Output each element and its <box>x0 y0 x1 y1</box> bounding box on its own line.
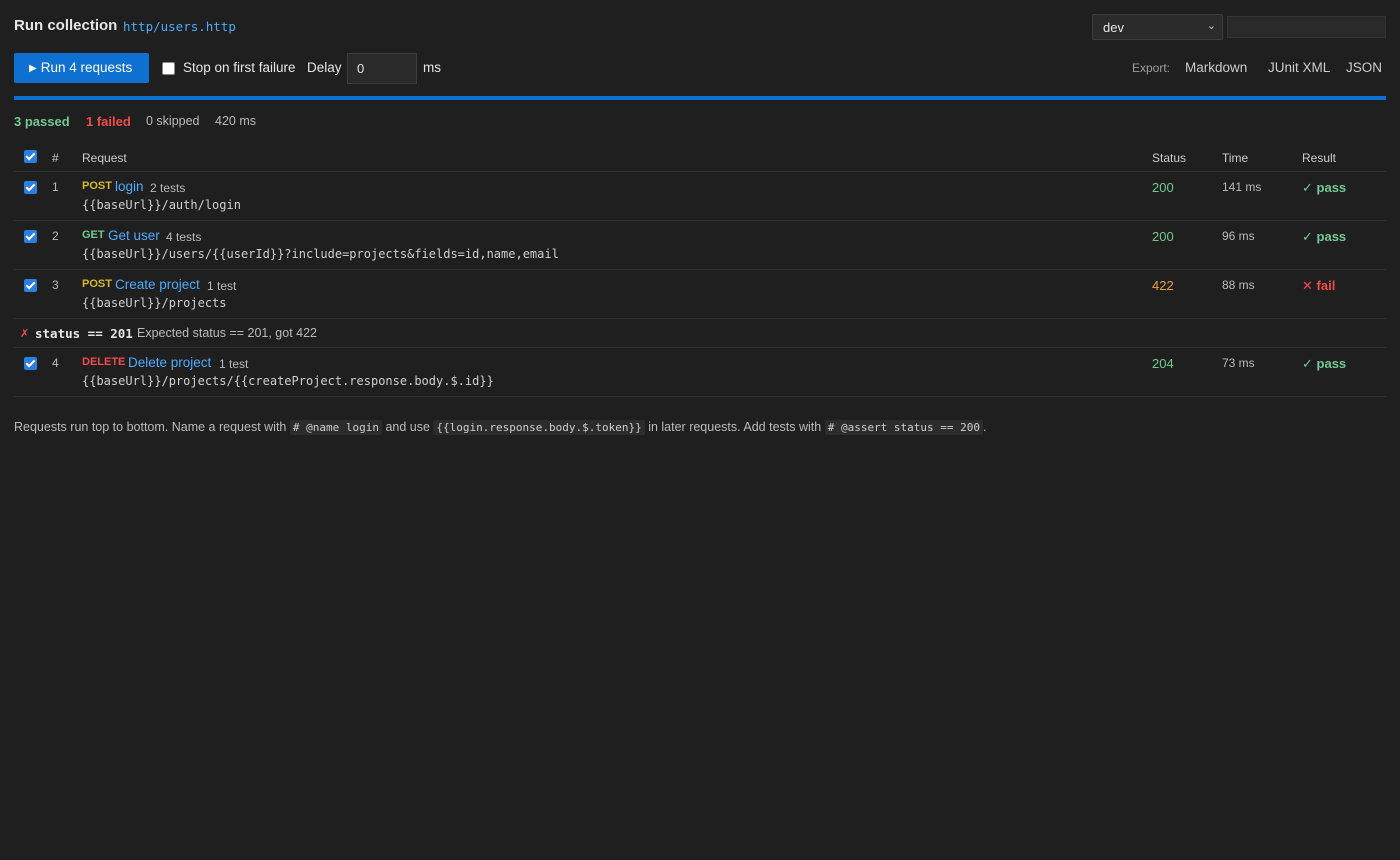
request-time: 88 ms <box>1222 278 1255 292</box>
environment-extra-field[interactable] <box>1227 16 1386 38</box>
environment-value: dev <box>1103 20 1124 35</box>
collection-file-link[interactable]: http/users.http <box>123 19 236 34</box>
hint-text: in later requests. Add tests with <box>648 420 822 434</box>
row-number: 3 <box>52 278 59 292</box>
hint-text: and use <box>385 420 430 434</box>
test-count: 4 tests <box>166 230 202 244</box>
delay-value: 0 <box>357 61 365 76</box>
header: Run collection http/users.http dev ⌄ <box>14 14 1386 40</box>
delay-input[interactable]: 0 <box>347 53 417 84</box>
row-checkbox[interactable] <box>24 181 37 194</box>
hint-code: # @assert status == 200 <box>824 420 984 435</box>
test-count: 2 tests <box>150 181 186 195</box>
hint-text: . <box>983 420 987 434</box>
status-code: 200 <box>1152 229 1174 244</box>
result-pass: ✓ pass <box>1302 229 1346 245</box>
select-all-checkbox[interactable] <box>24 150 37 163</box>
row-checkbox[interactable] <box>24 230 37 243</box>
method-badge: GET <box>82 229 105 241</box>
play-icon: ▶ <box>29 63 37 74</box>
table-header: # Request Status Time Result <box>14 144 1386 172</box>
progress-bar-fill <box>14 96 1386 100</box>
request-name-link[interactable]: login <box>115 179 144 194</box>
request-name-link[interactable]: Get user <box>108 228 160 243</box>
export-json-button[interactable]: JSON <box>1346 60 1382 75</box>
check-icon: ✓ <box>1302 356 1313 371</box>
result-pass: ✓ pass <box>1302 180 1346 196</box>
delay-unit-label: ms <box>423 60 441 75</box>
result-label: fail <box>1316 278 1336 293</box>
table-row[interactable]: 4 DELETE Delete project 1 test {{baseUrl… <box>14 348 1386 397</box>
check-icon: ✓ <box>1302 180 1313 195</box>
assertion-failure-row: ✗ status == 201 Expected status == 201, … <box>14 319 1386 348</box>
method-badge: DELETE <box>82 356 126 368</box>
failure-expression: status == 201 <box>35 326 133 341</box>
chevron-down-icon: ⌄ <box>1206 20 1216 32</box>
result-fail: ✕ fail <box>1302 278 1335 294</box>
header-status: Status <box>1152 151 1187 165</box>
help-hint: Requests run top to bottom. Name a reque… <box>14 420 987 435</box>
header-num: # <box>52 151 59 165</box>
request-url: {{baseUrl}}/users/{{userId}}?include=pro… <box>82 247 559 261</box>
request-time: 96 ms <box>1222 229 1255 243</box>
test-count: 1 test <box>219 357 249 371</box>
request-url: {{baseUrl}}/projects/{{createProject.res… <box>82 374 494 388</box>
test-count: 1 test <box>207 279 237 293</box>
export-markdown-button[interactable]: Markdown <box>1185 60 1247 75</box>
summary-failed: 1 failed <box>86 114 131 129</box>
table-row[interactable]: 3 POST Create project 1 test {{baseUrl}}… <box>14 270 1386 319</box>
stop-on-failure-checkbox[interactable] <box>162 62 175 75</box>
result-pass: ✓ pass <box>1302 356 1346 372</box>
row-number: 2 <box>52 229 59 243</box>
row-checkbox[interactable] <box>24 279 37 292</box>
environment-select[interactable]: dev ⌄ <box>1092 14 1223 40</box>
delay-label: Delay <box>307 60 342 75</box>
header-request: Request <box>82 151 127 165</box>
summary-passed: 3 passed <box>14 114 70 129</box>
hint-code: # @name login <box>289 420 382 435</box>
toolbar: ▶ Run 4 requests Stop on first failure De… <box>14 53 1386 84</box>
export-junit-button[interactable]: JUnit XML <box>1268 60 1330 75</box>
run-requests-label: Run 4 requests <box>40 60 133 75</box>
run-requests-button[interactable]: ▶ Run 4 requests <box>14 53 149 83</box>
progress-bar <box>14 96 1386 100</box>
method-badge: POST <box>82 180 112 192</box>
result-label: pass <box>1316 356 1347 371</box>
method-badge: POST <box>82 278 112 290</box>
status-code: 204 <box>1152 356 1174 371</box>
status-code: 422 <box>1152 278 1174 293</box>
page-title: Run collection <box>14 17 118 34</box>
failure-message: Expected status == 201, got 422 <box>137 326 317 340</box>
table-row[interactable]: 2 GET Get user 4 tests {{baseUrl}}/users… <box>14 221 1386 270</box>
result-label: pass <box>1316 229 1347 244</box>
summary-duration: 420 ms <box>215 114 256 128</box>
status-code: 200 <box>1152 180 1174 195</box>
export-label: Export: <box>1132 61 1171 75</box>
hint-code: {{login.response.body.$.token}} <box>433 420 645 435</box>
row-checkbox[interactable] <box>24 357 37 370</box>
hint-text: Requests run top to bottom. Name a reque… <box>14 420 287 434</box>
row-number: 4 <box>52 356 59 370</box>
check-icon: ✓ <box>1302 229 1313 244</box>
results-table: # Request Status Time Result 1 POST logi… <box>14 144 1386 397</box>
row-number: 1 <box>52 180 59 194</box>
request-time: 73 ms <box>1222 356 1255 370</box>
stop-on-failure-label: Stop on first failure <box>183 60 296 75</box>
request-time: 141 ms <box>1222 180 1262 194</box>
cross-icon: ✕ <box>1302 278 1313 293</box>
table-row[interactable]: 1 POST login 2 tests {{baseUrl}}/auth/lo… <box>14 172 1386 221</box>
result-label: pass <box>1316 180 1347 195</box>
request-url: {{baseUrl}}/auth/login <box>82 198 241 212</box>
failure-marker-icon: ✗ <box>20 328 30 340</box>
header-time: Time <box>1222 151 1249 165</box>
request-url: {{baseUrl}}/projects <box>82 296 227 310</box>
request-name-link[interactable]: Delete project <box>128 355 211 370</box>
header-result: Result <box>1302 151 1337 165</box>
request-name-link[interactable]: Create project <box>115 277 200 292</box>
summary-skipped: 0 skipped <box>146 114 200 128</box>
